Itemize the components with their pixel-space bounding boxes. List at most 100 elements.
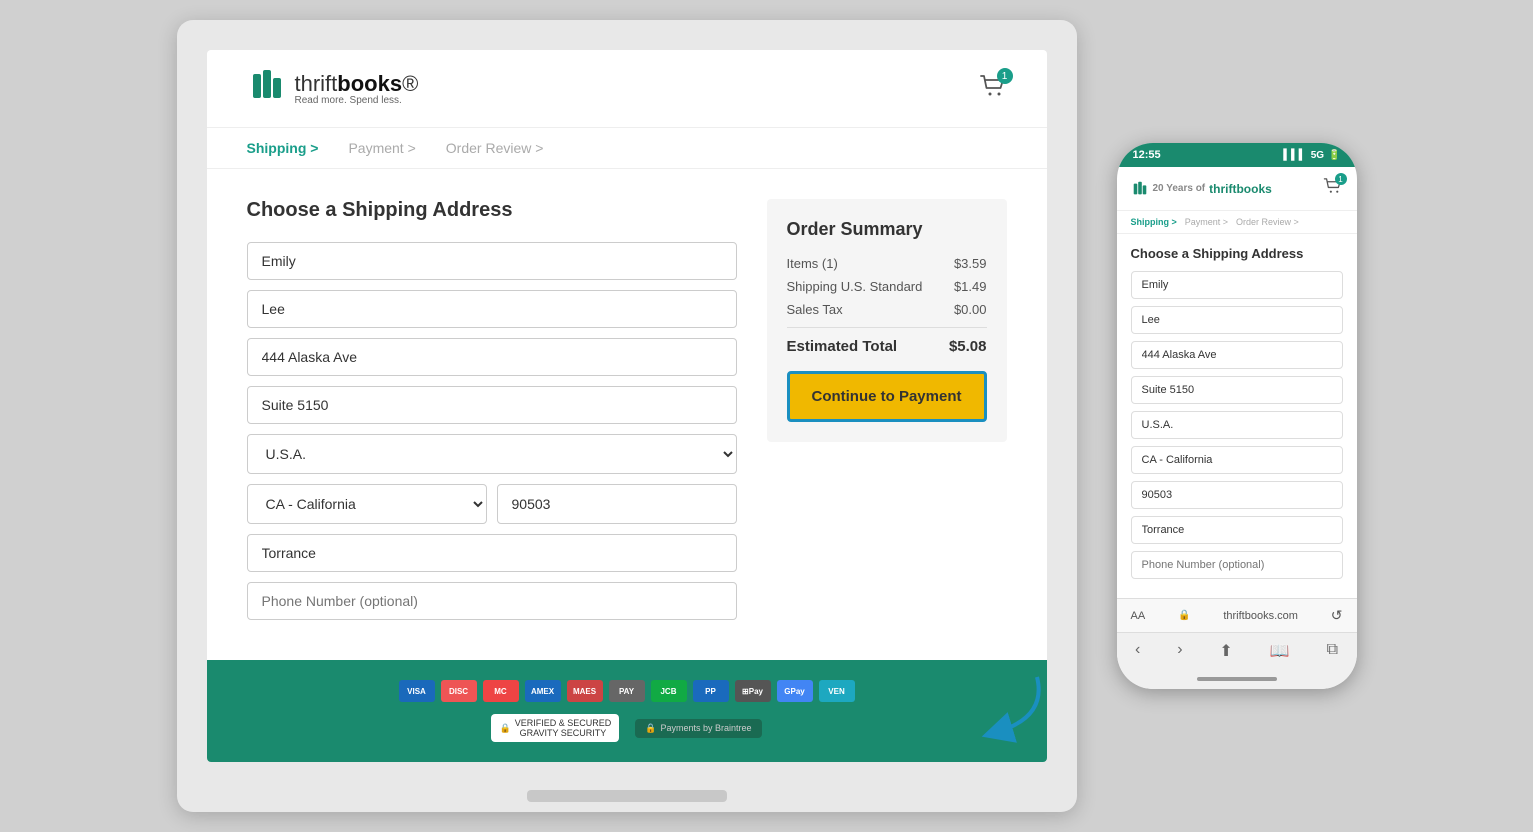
summary-divider [787,327,987,328]
site-footer: VISA DISC MC AMEX MAES PAY JCB PP ⊞Pay G… [207,660,1047,762]
cart-badge: 1 [997,68,1013,84]
jcb-icon: JCB [651,680,687,702]
laptop-bottom-bar [527,790,727,802]
nav-forward-button[interactable]: › [1177,641,1182,661]
form-title: Choose a Shipping Address [247,199,737,222]
security-badge: 🔒 VERIFIED & SECUREDGRAVITY SECURITY [491,714,619,742]
breadcrumb-nav: Shipping > Payment > Order Review > [207,128,1047,169]
phone-city-field[interactable] [1131,516,1343,544]
phone-country-field[interactable] [1131,411,1343,439]
shield-icon: 🔒 [499,723,510,734]
zip-field[interactable] [497,484,737,524]
last-name-field[interactable] [247,290,737,328]
shipping-label: Shipping U.S. Standard [787,279,923,294]
phone-body: Choose a Shipping Address [1117,234,1357,598]
applepay-icon: ⊞Pay [735,680,771,702]
nav-tabs-button[interactable]: ⧉ [1327,641,1338,661]
signal-icon: ▍▍▍ [1284,150,1307,161]
signal-type: 5G [1311,150,1324,161]
phone-breadcrumb-shipping[interactable]: Shipping > [1131,217,1177,227]
maestro-icon: MAES [567,680,603,702]
mastercard-icon: MC [483,680,519,702]
lock-icon: 🔒 [645,723,656,734]
logo-text: thriftbooks® [295,71,419,96]
country-select[interactable]: U.S.A. [247,434,737,474]
phone-cart-icon[interactable]: 1 [1323,177,1343,200]
phone-home-indicator [1117,669,1357,689]
total-value: $5.08 [949,338,987,355]
order-summary: Order Summary Items (1) $3.59 Shipping U… [767,199,1007,630]
breadcrumb-shipping[interactable]: Shipping > [247,140,319,156]
status-right: ▍▍▍ 5G 🔋 [1284,150,1341,161]
items-value: $3.59 [954,256,987,271]
cart-icon-area[interactable]: 1 [979,74,1007,103]
phone-logo: 20 Years of thriftbooks [1131,180,1272,198]
phone-nav-bar: ‹ › ⬆ 📖 ⧉ [1117,632,1357,669]
city-field[interactable] [247,534,737,572]
phone-breadcrumb-review[interactable]: Order Review > [1236,217,1299,227]
shipping-value: $1.49 [954,279,987,294]
braintree-badge: 🔒 Payments by Braintree [635,719,761,738]
discover-icon: DISC [441,680,477,702]
summary-box: Order Summary Items (1) $3.59 Shipping U… [767,199,1007,442]
phone-suite-field[interactable] [1131,376,1343,404]
first-name-field[interactable] [247,242,737,280]
googlepay-icon: GPay [777,680,813,702]
suite-field[interactable] [247,386,737,424]
phone-footer-bar: AA 🔒 thriftbooks.com ↺ [1117,598,1357,632]
laptop-mockup: thriftbooks® Read more. Spend less. 1 Sh… [177,20,1077,812]
lock-icon: 🔒 [1178,610,1190,621]
amex-icon: AMEX [525,680,561,702]
state-zip-row: CA - California [247,484,737,524]
venmo-icon: VEN [819,680,855,702]
phone-header: 20 Years of thriftbooks 1 [1117,167,1357,211]
laptop-screen: thriftbooks® Read more. Spend less. 1 Sh… [207,50,1047,762]
phone-mockup: 12:55 ▍▍▍ 5G 🔋 20 Years of thriftbooks 1 [1117,143,1357,689]
items-label: Items (1) [787,256,838,271]
generic-pay-icon: PAY [609,680,645,702]
home-bar [1197,677,1277,681]
summary-title: Order Summary [787,219,987,240]
logo-area: thriftbooks® Read more. Spend less. [247,66,419,111]
state-select[interactable]: CA - California [247,484,487,524]
phone-state-field[interactable] [1131,446,1343,474]
phone-breadcrumb: Shipping > Payment > Order Review > [1117,211,1357,234]
phone-breadcrumb-payment[interactable]: Payment > [1185,217,1228,227]
phone-phone-field[interactable] [1131,551,1343,579]
nav-share-button[interactable]: ⬆ [1219,641,1232,661]
phone-field[interactable] [247,582,737,620]
summary-total-row: Estimated Total $5.08 [787,338,987,355]
breadcrumb-payment[interactable]: Payment > [348,140,415,156]
security-text: VERIFIED & SECUREDGRAVITY SECURITY [515,718,612,738]
form-section: Choose a Shipping Address U.S.A. CA - Ca… [247,199,737,630]
paypal-icon: PP [693,680,729,702]
continue-to-payment-button[interactable]: Continue to Payment [787,371,987,422]
phone-status-bar: 12:55 ▍▍▍ 5G 🔋 [1117,143,1357,167]
total-label: Estimated Total [787,338,898,355]
phone-last-name-field[interactable] [1131,306,1343,334]
font-size-control[interactable]: AA [1131,610,1146,622]
refresh-icon[interactable]: ↺ [1331,607,1343,624]
logo-text-container: thriftbooks® Read more. Spend less. [295,71,419,106]
breadcrumb-review[interactable]: Order Review > [446,140,544,156]
phone-zip-field[interactable] [1131,481,1343,509]
nav-back-button[interactable]: ‹ [1135,641,1140,661]
summary-shipping-row: Shipping U.S. Standard $1.49 [787,279,987,294]
address-field[interactable] [247,338,737,376]
main-content: Choose a Shipping Address U.S.A. CA - Ca… [207,169,1047,660]
logo-icon [247,66,287,111]
logo-tagline: Read more. Spend less. [295,95,419,106]
tax-label: Sales Tax [787,302,843,317]
tax-value: $0.00 [954,302,987,317]
nav-bookmarks-button[interactable]: 📖 [1270,641,1290,661]
url-display: thriftbooks.com [1223,610,1298,622]
phone-first-name-field[interactable] [1131,271,1343,299]
battery-icon: 🔋 [1328,150,1340,161]
site-header: thriftbooks® Read more. Spend less. 1 [207,50,1047,128]
summary-items-row: Items (1) $3.59 [787,256,987,271]
phone-cart-badge: 1 [1335,173,1347,185]
phone-time: 12:55 [1133,149,1161,161]
visa-icon: VISA [399,680,435,702]
phone-logo-text: thriftbooks [1209,182,1272,196]
phone-address-field[interactable] [1131,341,1343,369]
